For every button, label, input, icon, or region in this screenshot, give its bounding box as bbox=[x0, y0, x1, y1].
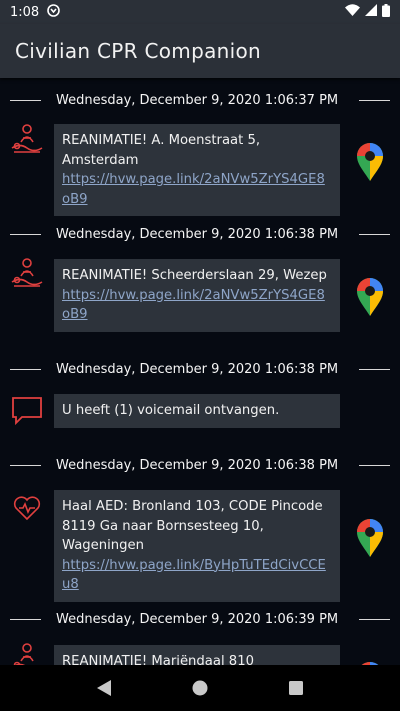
message-text: U heeft (1) voicemail ontvangen. bbox=[62, 403, 280, 418]
cpr-icon bbox=[10, 256, 44, 290]
status-time: 1:08 bbox=[10, 4, 40, 20]
recents-button[interactable] bbox=[285, 677, 307, 699]
back-button[interactable] bbox=[93, 677, 115, 699]
app-bar: Civilian CPR Companion bbox=[0, 24, 400, 78]
sync-icon bbox=[47, 3, 61, 21]
message-text: REANIMATIE! Mariëndaal 810 bbox=[62, 654, 254, 665]
heart-aed-icon bbox=[10, 491, 44, 525]
message-link[interactable]: https://hvw.page.link/2aNVw5ZrYS4GE8oB9 bbox=[62, 172, 325, 207]
message-date: Wednesday, December 9, 2020 1:06:38 PM bbox=[56, 457, 339, 473]
system-nav-bar bbox=[0, 665, 400, 711]
message-date: Wednesday, December 9, 2020 1:06:38 PM bbox=[56, 361, 339, 377]
divider bbox=[10, 464, 41, 466]
home-button[interactable] bbox=[189, 677, 211, 699]
divider bbox=[10, 99, 41, 101]
divider bbox=[359, 464, 390, 466]
message-text: REANIMATIE! Scheerderslaan 29, Wezep bbox=[62, 268, 327, 283]
divider bbox=[10, 368, 41, 370]
message-text: Haal AED: Bronland 103, CODE Pincode 811… bbox=[62, 499, 323, 553]
message-bubble[interactable]: REANIMATIE! A. Moenstraat 5, Amsterdam h… bbox=[54, 124, 340, 216]
message-bubble[interactable]: REANIMATIE! Scheerderslaan 29, Wezep htt… bbox=[54, 259, 340, 332]
signal-icon bbox=[365, 4, 377, 20]
cpr-icon bbox=[10, 641, 44, 665]
message-text: REANIMATIE! A. Moenstraat 5, Amsterdam bbox=[62, 133, 261, 168]
divider bbox=[10, 233, 41, 235]
date-separator: Wednesday, December 9, 2020 1:06:39 PM bbox=[0, 609, 400, 629]
google-maps-icon[interactable] bbox=[354, 518, 386, 558]
divider bbox=[10, 618, 41, 620]
message-link[interactable]: https://hvw.page.link/2aNVw5ZrYS4GE8oB9 bbox=[62, 288, 325, 323]
divider bbox=[359, 233, 390, 235]
message-date: Wednesday, December 9, 2020 1:06:37 PM bbox=[56, 92, 339, 108]
message-bubble[interactable]: Haal AED: Bronland 103, CODE Pincode 811… bbox=[54, 490, 340, 602]
divider bbox=[359, 368, 390, 370]
divider bbox=[359, 99, 390, 101]
message-list[interactable]: Wednesday, December 9, 2020 1:06:37 PM R… bbox=[0, 78, 400, 665]
battery-icon bbox=[382, 3, 390, 21]
chat-bubble-icon bbox=[10, 394, 44, 428]
divider bbox=[359, 618, 390, 620]
status-bar: 1:08 bbox=[0, 0, 400, 24]
date-separator: Wednesday, December 9, 2020 1:06:37 PM bbox=[0, 90, 400, 110]
date-separator: Wednesday, December 9, 2020 1:06:38 PM bbox=[0, 455, 400, 475]
google-maps-icon[interactable] bbox=[354, 142, 386, 182]
google-maps-icon[interactable] bbox=[354, 277, 386, 317]
wifi-icon bbox=[345, 4, 360, 20]
message-date: Wednesday, December 9, 2020 1:06:38 PM bbox=[56, 226, 339, 242]
message-date: Wednesday, December 9, 2020 1:06:39 PM bbox=[56, 611, 339, 627]
message-bubble[interactable]: U heeft (1) voicemail ontvangen. bbox=[54, 394, 340, 428]
cpr-icon bbox=[10, 122, 44, 156]
date-separator: Wednesday, December 9, 2020 1:06:38 PM bbox=[0, 359, 400, 379]
message-link[interactable]: https://hvw.page.link/ByHpTuTEdCivCCEu8 bbox=[62, 558, 326, 593]
date-separator: Wednesday, December 9, 2020 1:06:38 PM bbox=[0, 224, 400, 244]
app-title: Civilian CPR Companion bbox=[15, 39, 261, 63]
message-bubble[interactable]: REANIMATIE! Mariëndaal 810 bbox=[54, 645, 340, 665]
